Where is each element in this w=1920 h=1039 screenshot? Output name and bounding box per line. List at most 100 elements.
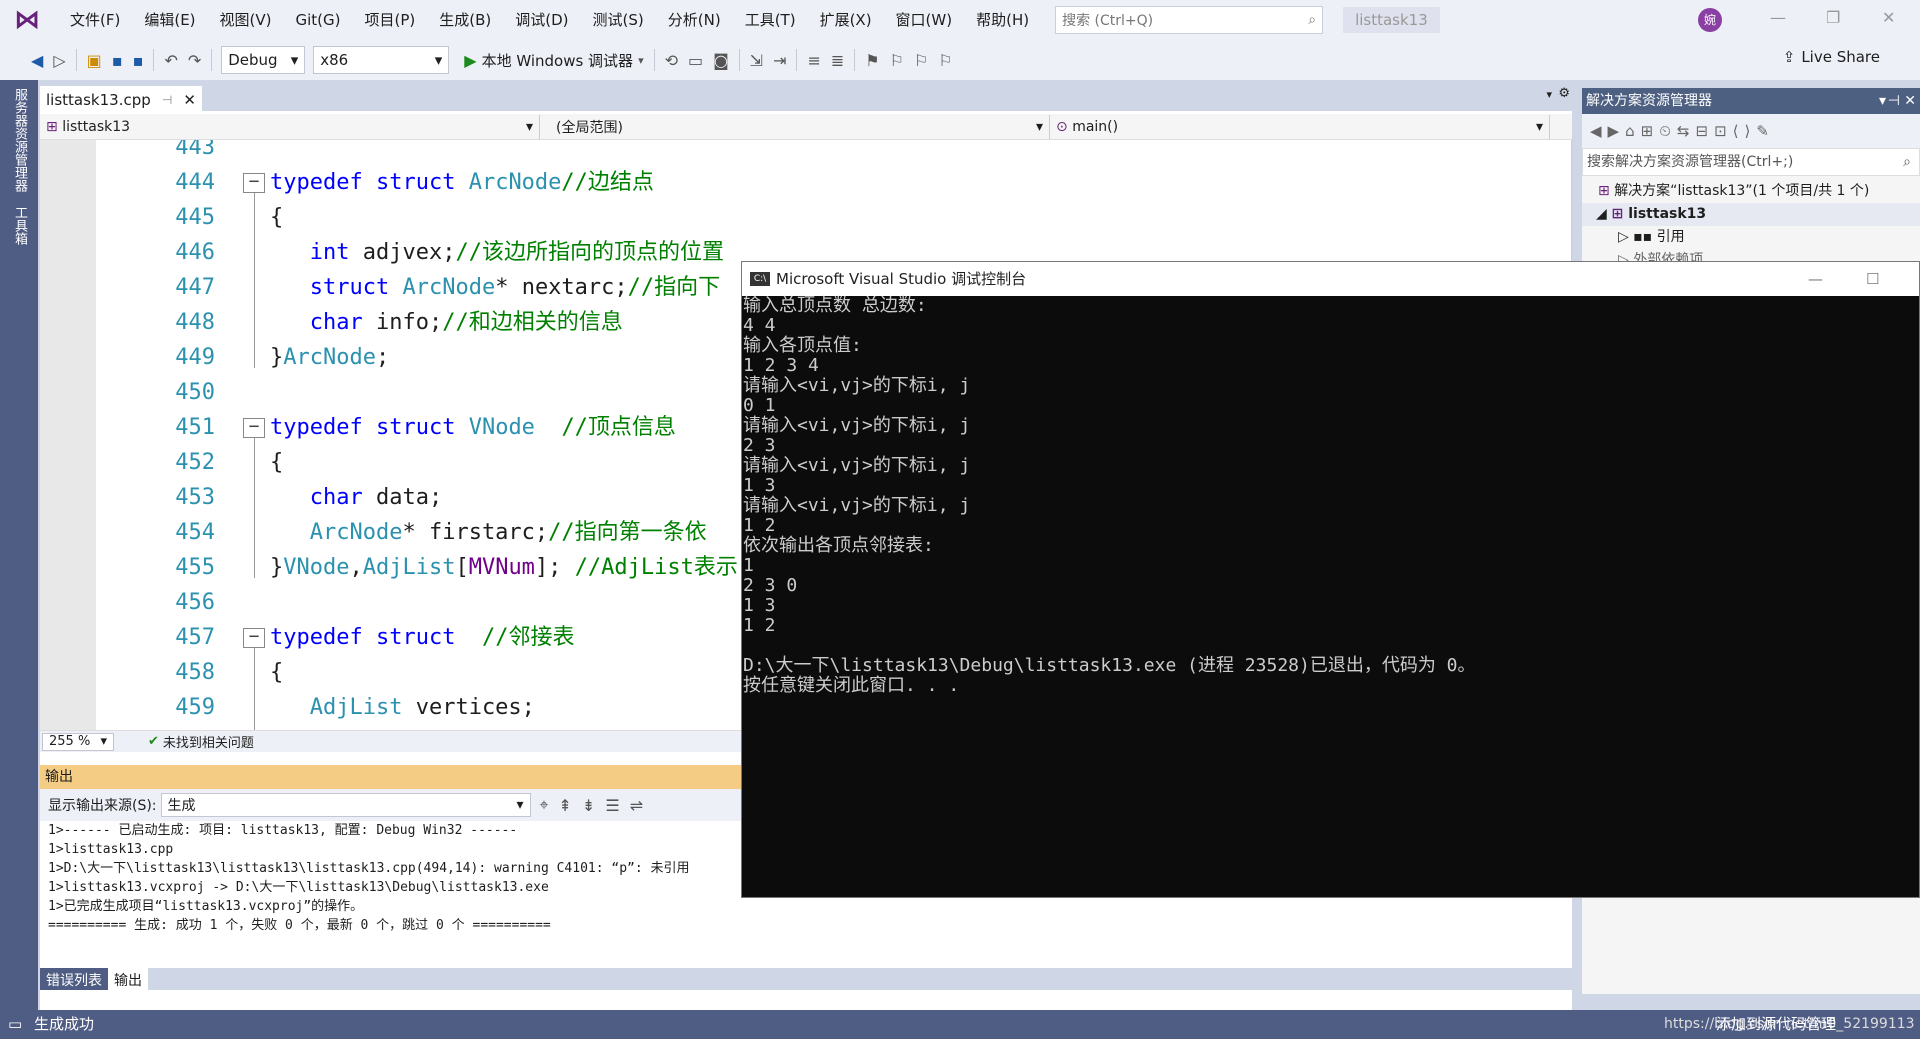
find-message-icon[interactable]: ⌖ [535,795,554,815]
scope-dropdown[interactable]: (全局范围) ▾ [550,114,1050,139]
menu-item[interactable]: 生成(B) [427,0,503,40]
code-text: ArcNode* firstarc;//指向第一条依 [309,520,707,545]
comment-icon[interactable]: ≡ [802,51,825,70]
menu-item[interactable]: 测试(S) [581,0,656,40]
back-icon[interactable]: ◀ [26,51,48,70]
run-debugger-button[interactable]: 本地 Windows 调试器 [482,50,634,71]
prev-message-icon[interactable]: ⇞ [554,796,577,815]
forward-icon[interactable]: ▷ [48,51,70,70]
tab-listtask13-cpp[interactable]: listtask13.cpp ⊣ ✕ [40,86,202,114]
redo-icon[interactable]: ↷ [183,51,206,70]
menu-item[interactable]: 视图(V) [208,0,284,40]
menu-item[interactable]: 工具(T) [733,0,808,40]
restore-icon[interactable]: ❐ [1826,8,1840,27]
avatar[interactable]: 婉 [1698,8,1722,32]
properties-icon[interactable]: ✎ [1756,122,1775,140]
project-dropdown[interactable]: ⊞ listtask13 ▾ [40,114,540,139]
switch-views-icon[interactable]: ⊞ [1641,122,1660,140]
close-icon[interactable]: ✕ [1904,88,1916,114]
platform-select[interactable]: x86 ▾ [313,46,450,74]
console-output: 输入总顶点数 总边数: 4 4 输入各顶点值: 1 2 3 4 请输入<vi,v… [743,295,1476,696]
issues-status[interactable]: 未找到相关问题 [163,732,254,751]
menu-item[interactable]: 调试(D) [503,0,580,40]
menu-item[interactable]: 文件(F) [58,0,132,40]
prev-bookmark-icon[interactable]: ⚐ [885,51,909,70]
chevron-down-icon[interactable]: ▾ [633,54,649,67]
back-icon[interactable]: ◀ [1590,122,1608,140]
step-icon[interactable]: ⇲ [745,51,768,70]
clear-bookmarks-icon[interactable]: ⚐ [933,51,957,70]
pin-icon[interactable]: ⊣ [1888,88,1900,114]
open-folder-icon[interactable]: ▣ [82,51,107,70]
menu-item[interactable]: Git(G) [284,0,353,40]
collapse-arrow-icon[interactable]: ▷ [1618,229,1633,245]
solution-search-input[interactable]: 搜索解决方案资源管理器(Ctrl+;) ⌕ [1582,148,1920,176]
run-icon[interactable]: ▶ [459,51,481,70]
expand-icon[interactable]: ◢ [1596,206,1612,222]
menu-item[interactable]: 分析(N) [656,0,733,40]
pin-icon[interactable]: ⊣ [162,93,172,107]
line-number: 444 [175,170,215,195]
console-maximize-icon[interactable]: ☐ [1866,262,1879,296]
zoom-select[interactable]: 255 % ▾ [42,732,114,751]
tab-error-list[interactable]: 错误列表 [40,968,108,990]
chevron-down-icon: ▾ [434,51,443,69]
code-text: { [270,660,284,685]
next-bookmark-icon[interactable]: ⚐ [909,51,933,70]
search-placeholder: 搜索 (Ctrl+Q) [1062,13,1154,29]
search-icon: ⌕ [1308,12,1317,28]
configuration-select[interactable]: Debug ▾ [221,46,306,74]
undo-icon[interactable]: ↶ [159,51,182,70]
indent-icon[interactable]: ⇥ [768,51,791,70]
uncomment-icon[interactable]: ≣ [826,51,849,70]
server-explorer-tab[interactable]: 服务器资源管理器 [10,88,29,192]
chevron-down-icon: ▾ [100,734,107,749]
pending-changes-icon[interactable]: ⏲ [1659,122,1677,140]
chevron-down-icon[interactable]: ▾ [1879,88,1886,114]
chevron-down-icon[interactable]: ▾ [1546,88,1552,101]
minimize-icon[interactable]: — [1770,8,1786,27]
gear-icon[interactable]: ⚙ [1558,86,1570,101]
references-node[interactable]: ▷ ▪▪ 引用 [1582,226,1920,249]
member-dropdown[interactable]: ⊙ main() ▾ [1050,114,1550,139]
collapse-icon[interactable]: ⊟ [1695,122,1714,140]
browser-link-icon[interactable]: ⟲ [660,51,683,70]
collapse-block-icon[interactable]: − [243,418,265,438]
menu-item[interactable]: 窗口(W) [884,0,965,40]
collapse-block-icon[interactable]: − [243,173,265,193]
screenshot-icon[interactable]: ◙ [708,51,734,70]
toolbox-tab[interactable]: 工具箱 [10,206,29,245]
code-view-icon[interactable]: ⟨⟩ [1733,122,1757,140]
clear-all-icon[interactable]: ☰ [600,796,624,815]
menu-item[interactable]: 编辑(E) [132,0,207,40]
menu-item[interactable]: 扩展(X) [808,0,884,40]
scope-label: (全局范围) [556,119,623,136]
search-input[interactable]: 搜索 (Ctrl+Q) ⌕ [1055,6,1324,34]
bookmark-icon[interactable]: ⚑ [860,51,884,70]
live-share-button[interactable]: ⇪ Live Share [1783,48,1880,66]
output-source-select[interactable]: 生成 ▾ [160,793,531,817]
save-all-icon[interactable]: ▪ [128,51,149,70]
forward-icon[interactable]: ▶ [1608,122,1626,140]
tab-output[interactable]: 输出 [108,968,148,990]
close-icon[interactable]: ✕ [1882,8,1895,27]
add-source-control-button[interactable]: 添加到源代码管理 [1716,1010,1836,1039]
collapse-block-icon[interactable]: − [243,628,265,648]
word-wrap-icon[interactable]: ⇌ [625,796,648,815]
share-icon: ⇪ [1782,48,1796,66]
next-message-icon[interactable]: ⇟ [577,796,600,815]
window-icon[interactable]: ▭ [683,51,708,70]
close-tab-icon[interactable]: ✕ [183,91,196,109]
home-icon[interactable]: ⌂ [1625,122,1641,140]
menu-item[interactable]: 项目(P) [353,0,428,40]
menu-item[interactable]: 帮助(H) [964,0,1041,40]
line-number: 458 [175,660,215,685]
line-number: 446 [175,240,215,265]
show-all-icon[interactable]: ⊡ [1714,122,1733,140]
solution-node[interactable]: ⊞ 解决方案“listtask13”(1 个项目/共 1 个) [1582,180,1920,203]
save-icon[interactable]: ▪ [107,51,128,70]
project-node[interactable]: ◢ ⊞ listtask13 [1582,203,1920,226]
console-minimize-icon[interactable]: — [1808,262,1823,296]
debug-console-window: C:\ Microsoft Visual Studio 调试控制台 — ☐ 输入… [741,261,1920,898]
sync-icon[interactable]: ⇆ [1677,122,1696,140]
